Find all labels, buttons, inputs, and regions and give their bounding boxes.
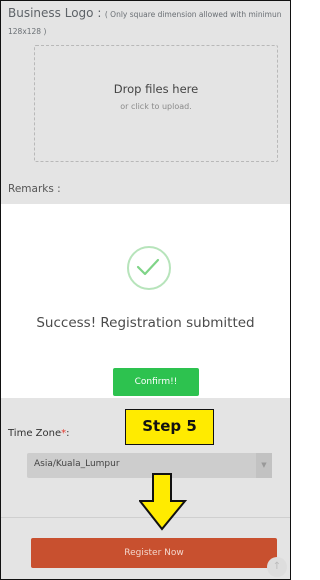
logo-dropzone[interactable]: Drop files here or click to upload.: [34, 45, 278, 162]
register-now-button[interactable]: Register Now: [31, 538, 277, 568]
success-modal: Success! Registration submitted Confirm!…: [1, 204, 290, 398]
logo-label-text: Business Logo :: [8, 6, 102, 20]
chevron-down-icon: ▼: [256, 453, 272, 478]
timezone-value: Asia/Kuala_Lumpur: [34, 459, 120, 469]
remarks-label: Remarks :: [8, 183, 61, 195]
dropzone-title: Drop files here: [113, 82, 199, 96]
arrow-up-icon[interactable]: ↑: [267, 557, 287, 577]
business-logo-label: Business Logo : ( Only square dimension …: [8, 5, 284, 40]
confirm-button[interactable]: Confirm!!: [113, 368, 199, 396]
app-frame: Business Logo : ( Only square dimension …: [0, 0, 291, 580]
success-message: Success! Registration submitted: [36, 315, 255, 331]
timezone-label: Time Zone*:: [8, 428, 70, 439]
timezone-label-text: Time Zone: [8, 428, 62, 439]
timezone-label-colon: :: [66, 428, 70, 439]
down-arrow-icon: [139, 473, 188, 531]
check-icon: [127, 246, 171, 290]
step-5-annotation: Step 5: [125, 409, 214, 445]
dropzone-subtitle: or click to upload.: [120, 102, 192, 111]
